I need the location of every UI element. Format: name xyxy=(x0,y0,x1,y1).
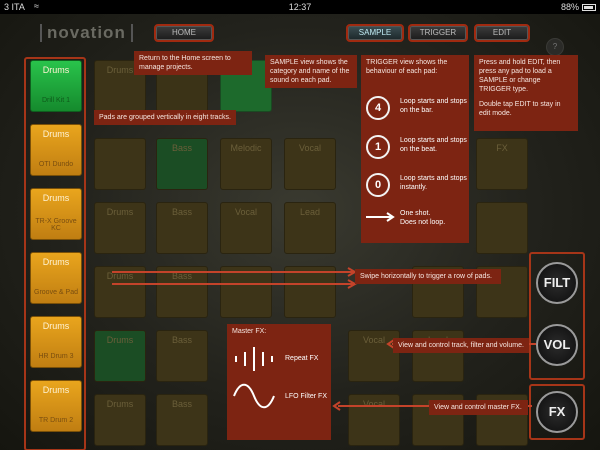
top-bar: novation HOME SAMPLE TRIGGER EDIT ? xyxy=(0,14,600,56)
grid-pad[interactable]: Drums xyxy=(94,202,146,254)
home-callout: Return to the Home screen to manage proj… xyxy=(134,51,252,75)
battery-percent: 88% xyxy=(560,2,579,12)
battery-status: 88% xyxy=(561,2,596,12)
repeat-fx-icon xyxy=(235,347,273,371)
track-pad[interactable]: Drums TR Drum 2 xyxy=(30,380,82,432)
pad-category: Melodic xyxy=(230,143,262,153)
pad-category: Drums xyxy=(42,129,70,139)
clock: 12:37 xyxy=(288,2,312,12)
grid-pad[interactable]: Bass xyxy=(156,202,208,254)
pad-category: Drums xyxy=(106,207,134,217)
pad-category: Bass xyxy=(171,207,192,217)
sample-callout: SAMPLE view shows the category and name … xyxy=(265,55,357,88)
one-shot-label: One shot. xyxy=(400,210,431,217)
pad-category: Bass xyxy=(171,335,192,345)
battery-icon xyxy=(582,4,596,12)
edit-callout-text: Double tap EDIT to stay in edit mode. xyxy=(479,101,561,117)
volume-button[interactable]: VOL xyxy=(536,324,578,366)
edit-callout: Press and hold EDIT, then press any pad … xyxy=(474,55,578,131)
grid-pad[interactable]: Drums xyxy=(94,394,146,446)
sample-button[interactable]: SAMPLE xyxy=(346,24,404,42)
loop-instant-icon: 0 xyxy=(366,173,390,197)
trigger-callout-heading: TRIGGER view shows the behaviour of each… xyxy=(366,59,448,75)
one-shot-text: One shot. Does not loop. xyxy=(400,209,470,227)
edit-callout-text: Press and hold EDIT, then press any pad … xyxy=(479,59,561,93)
grid-pad[interactable]: Melodic xyxy=(220,138,272,190)
pad-sound-name: HR Drum 3 xyxy=(38,353,74,360)
pad-category: Drums xyxy=(106,335,134,345)
pad-sound-name: OTI Dundo xyxy=(38,161,74,168)
volume-callout: View and control track, filter and volum… xyxy=(393,338,529,353)
grid-pad[interactable]: Bass xyxy=(156,138,208,190)
grid-pad[interactable]: Vocal xyxy=(284,138,336,190)
pad-category: Drums xyxy=(106,399,134,409)
track-pad[interactable]: Drums OTI Dundo xyxy=(30,124,82,176)
home-button[interactable]: HOME xyxy=(154,24,214,42)
pad-category: Vocal xyxy=(234,207,258,217)
pad-sound-name: TR-X Groove KC xyxy=(35,218,77,232)
grid-pad[interactable]: Drums xyxy=(94,330,146,382)
track-pad[interactable]: Drums TR-X Groove KC xyxy=(30,188,82,240)
repeat-fx-label: Repeat FX xyxy=(285,355,319,362)
pad-category: Drums xyxy=(42,193,70,203)
pad-sound-name: Drill Kit 1 xyxy=(41,97,70,104)
tracks-callout: Pads are grouped vertically in eight tra… xyxy=(94,110,236,125)
pad-category: Drums xyxy=(42,257,70,267)
swipe-callout: Swipe horizontally to trigger a row of p… xyxy=(355,269,501,284)
lfo-sine-icon xyxy=(233,383,275,409)
grid-pad[interactable]: Bass xyxy=(156,330,208,382)
master-fx-button[interactable]: FX xyxy=(536,391,578,433)
pad-category: Bass xyxy=(171,143,192,153)
loop-bar-icon: 4 xyxy=(366,96,390,120)
pad-category: Bass xyxy=(171,399,192,409)
master-fx-heading: Master FX: xyxy=(232,328,267,335)
grid-pad[interactable] xyxy=(476,202,528,254)
one-shot-arrow-icon xyxy=(366,212,395,222)
edit-button[interactable]: EDIT xyxy=(474,24,530,42)
grid-pad[interactable] xyxy=(94,138,146,190)
pad-category: Lead xyxy=(299,207,321,217)
pad-category: Drums xyxy=(42,65,70,75)
status-bar: 3 ITA ≈ 12:37 88% xyxy=(0,0,600,14)
pad-category: Drums xyxy=(42,385,70,395)
grid-pad[interactable]: Vocal xyxy=(220,202,272,254)
loop-beat-text: Loop starts and stops on the beat. xyxy=(400,137,467,153)
grid-pad[interactable]: FX xyxy=(476,138,528,190)
pad-sound-name: TR Drum 2 xyxy=(38,417,74,424)
filter-button[interactable]: FILT xyxy=(536,262,578,304)
grid-pad[interactable]: Bass xyxy=(156,394,208,446)
launchpad-app: novation HOME SAMPLE TRIGGER EDIT ? Drum… xyxy=(0,14,600,450)
loop-bar-text: Loop starts and stops on the bar. xyxy=(400,98,467,114)
help-button[interactable]: ? xyxy=(546,38,564,56)
track-pad[interactable]: Drums HR Drum 3 xyxy=(30,316,82,368)
master-fx-button-callout: View and control master FX. xyxy=(429,400,528,415)
trigger-button[interactable]: TRIGGER xyxy=(408,24,468,42)
track-pad[interactable]: Drums Drill Kit 1 xyxy=(30,60,82,112)
lfo-filter-fx-label: LFO Filter FX xyxy=(285,393,328,400)
loop-beat-icon: 1 xyxy=(366,135,390,159)
one-shot-label: Does not loop. xyxy=(400,219,446,226)
track-pad[interactable]: Drums Groove & Pad xyxy=(30,252,82,304)
pad-category: Drums xyxy=(42,321,70,331)
grid-pad[interactable]: Lead xyxy=(284,202,336,254)
pad-category: FX xyxy=(496,143,508,153)
novation-logo: novation xyxy=(40,24,133,42)
pad-sound-name: Groove & Pad xyxy=(34,289,78,296)
swipe-arrows xyxy=(112,267,358,289)
loop-instant-text: Loop starts and stops instantly. xyxy=(400,175,467,191)
pad-category: Vocal xyxy=(298,143,322,153)
